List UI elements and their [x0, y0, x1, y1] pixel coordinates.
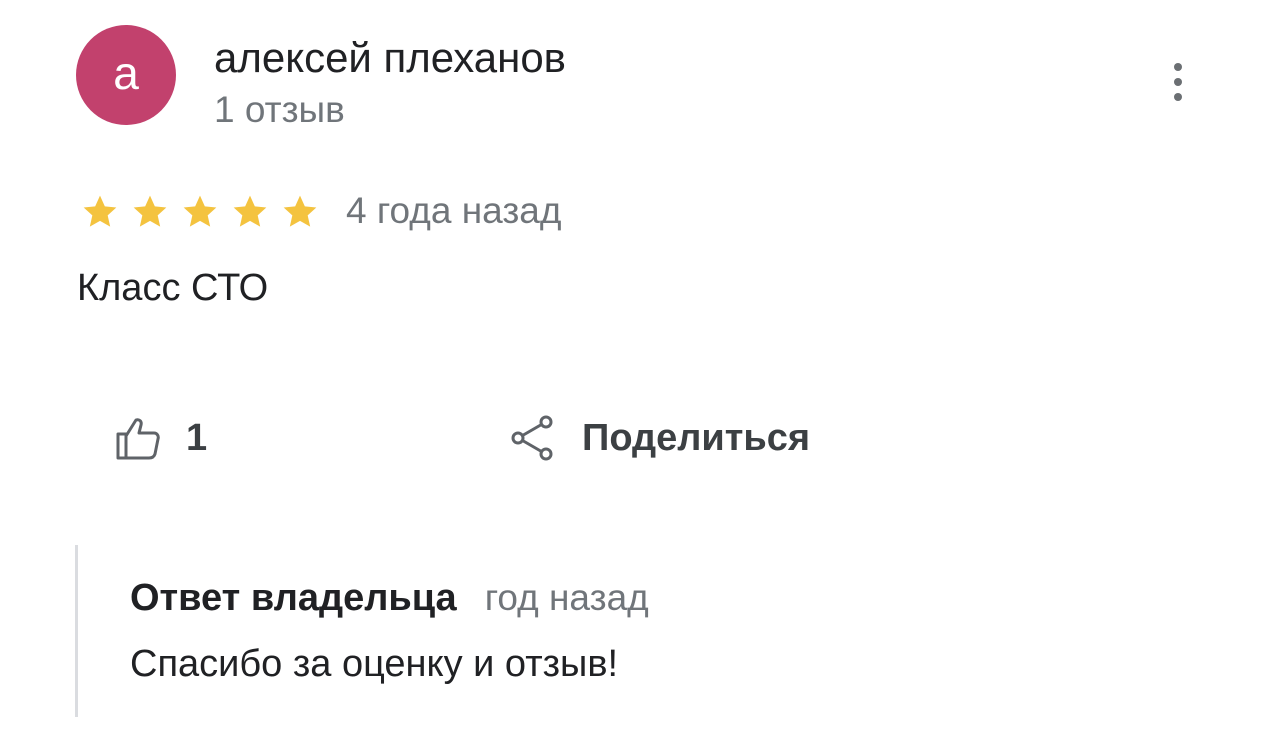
review-date: 4 года назад — [346, 190, 562, 231]
share-label: Поделиться — [582, 416, 811, 459]
star-icon — [83, 195, 117, 227]
star-icon — [233, 195, 267, 227]
like-count: 1 — [186, 416, 208, 459]
owner-reply-header: Ответ владельца год назад — [130, 577, 649, 620]
author-name[interactable]: алексей плеханов — [214, 34, 566, 82]
review-text: Класс СТО — [77, 267, 269, 309]
author-review-count: 1 отзыв — [214, 89, 345, 130]
owner-reply-date: год назад — [484, 577, 649, 618]
star-icon — [283, 195, 317, 227]
review-card: а алексей плеханов 1 отзыв 4 года назад … — [0, 0, 1280, 743]
like-button[interactable]: 1 — [112, 408, 207, 468]
avatar[interactable]: а — [76, 25, 176, 125]
more-options-button[interactable] — [1156, 56, 1200, 108]
share-button[interactable]: Поделиться — [508, 408, 810, 468]
owner-reply-text: Спасибо за оценку и отзыв! — [130, 643, 619, 685]
thumbs-up-icon — [116, 418, 160, 460]
owner-reply: Ответ владельца год назад Спасибо за оце… — [75, 545, 1178, 717]
owner-reply-label: Ответ владельца — [130, 577, 457, 619]
share-icon — [511, 415, 553, 461]
star-icon — [183, 195, 217, 227]
more-vert-icon — [1174, 63, 1182, 71]
star-icon — [133, 195, 167, 227]
more-vert-icon-dot — [1174, 93, 1182, 101]
more-vert-icon-dot — [1174, 78, 1182, 86]
star-rating — [77, 192, 323, 232]
